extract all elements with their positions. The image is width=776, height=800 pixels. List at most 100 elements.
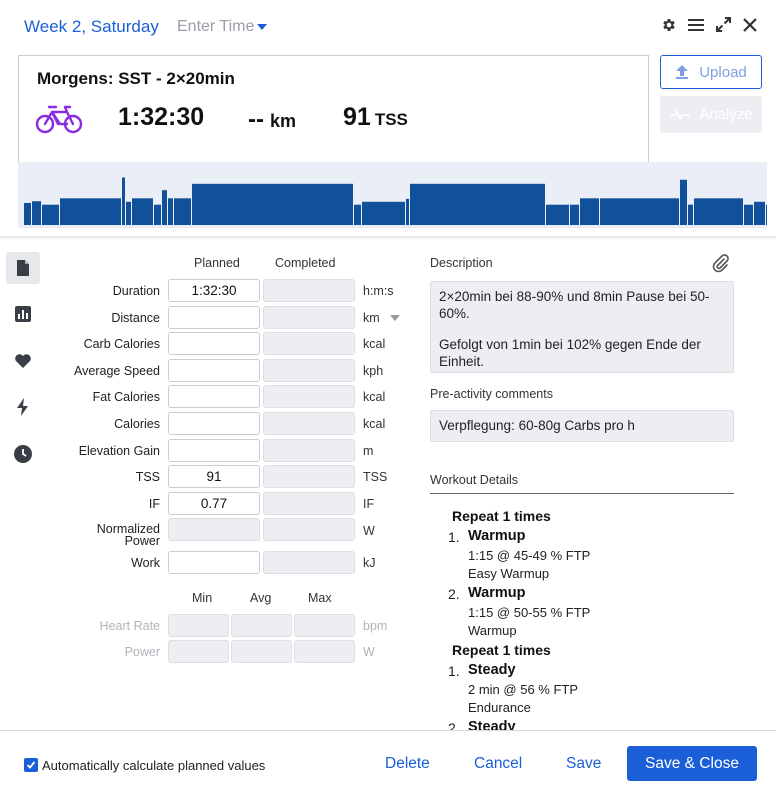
power-unit: W bbox=[363, 645, 375, 659]
tss-unit: TSS bbox=[363, 470, 388, 484]
duration-completed-input[interactable] bbox=[263, 279, 355, 302]
save-button[interactable]: Save bbox=[566, 755, 601, 773]
step-target: 2 min @ 56 % FTP bbox=[468, 682, 579, 697]
day-title: Week 2, Saturday bbox=[24, 17, 159, 36]
power-min-input[interactable] bbox=[168, 640, 229, 663]
document-icon bbox=[17, 260, 29, 276]
workout-details-label: Workout Details bbox=[430, 473, 518, 487]
fat-calories-completed-input[interactable] bbox=[263, 385, 355, 408]
heart-rate-avg-input[interactable] bbox=[231, 614, 292, 637]
calories-planned-input[interactable] bbox=[168, 412, 260, 435]
pulse-icon bbox=[670, 108, 691, 121]
step-name: Steady bbox=[468, 719, 516, 730]
expand-icon[interactable] bbox=[715, 16, 732, 33]
tss-value: 91 bbox=[343, 103, 371, 131]
work-label: Work bbox=[131, 556, 160, 570]
tss-completed-input[interactable] bbox=[263, 465, 355, 488]
work-completed-input[interactable] bbox=[263, 551, 355, 574]
duration-stat: 1:32:30 bbox=[118, 103, 205, 131]
delete-button[interactable]: Delete bbox=[385, 755, 430, 773]
step-name: Warmup bbox=[468, 585, 526, 601]
if-label: IF bbox=[148, 497, 160, 511]
profile-interval-bar bbox=[688, 204, 693, 225]
if-planned-input[interactable]: 0.77 bbox=[168, 492, 260, 515]
tss-planned-input[interactable]: 91 bbox=[168, 465, 260, 488]
profile-interval-bar bbox=[580, 198, 599, 225]
save-close-button[interactable]: Save & Close bbox=[627, 746, 757, 781]
duration-planned-input[interactable]: 1:32:30 bbox=[168, 279, 260, 302]
elevation-gain-label: Elevation Gain bbox=[78, 444, 160, 458]
elevation-gain-planned-input[interactable] bbox=[168, 439, 260, 462]
bike-icon bbox=[35, 102, 83, 141]
profile-interval-bar bbox=[362, 201, 405, 225]
upload-button[interactable]: Upload bbox=[660, 55, 762, 89]
completed-header: Completed bbox=[275, 256, 336, 270]
step-number: 1. bbox=[448, 529, 460, 545]
cancel-button[interactable]: Cancel bbox=[474, 755, 522, 773]
avg-header: Avg bbox=[250, 591, 272, 605]
description-textarea[interactable]: 2×20min bei 88-90% und 8min Pause bei 50… bbox=[430, 281, 734, 373]
fat-calories-planned-input[interactable] bbox=[168, 385, 260, 408]
elevation-gain-completed-input[interactable] bbox=[263, 439, 355, 462]
heart-rate-min-input[interactable] bbox=[168, 614, 229, 637]
calories-completed-input[interactable] bbox=[263, 412, 355, 435]
average-speed-planned-input[interactable] bbox=[168, 359, 260, 382]
power-max-input[interactable] bbox=[294, 640, 355, 663]
step-name: Steady bbox=[468, 662, 516, 678]
profile-interval-bar bbox=[60, 198, 121, 225]
footer-divider bbox=[0, 730, 776, 731]
description-label: Description bbox=[430, 256, 493, 270]
fat-calories-unit: kcal bbox=[363, 390, 386, 404]
profile-interval-bar bbox=[126, 201, 131, 225]
profile-interval-bar bbox=[406, 198, 409, 225]
distance-label: Distance bbox=[111, 311, 160, 325]
menu-icon[interactable] bbox=[687, 17, 705, 33]
analyze-label: Analyze bbox=[699, 106, 753, 123]
normalized-power-unit: W bbox=[363, 524, 375, 538]
power-avg-input[interactable] bbox=[231, 640, 292, 663]
profile-interval-bar bbox=[168, 198, 173, 225]
max-header: Max bbox=[308, 591, 332, 605]
tab-summary[interactable] bbox=[6, 252, 40, 284]
upload-label: Upload bbox=[699, 63, 747, 81]
close-icon[interactable] bbox=[742, 17, 758, 33]
repeat-heading: Repeat 1 times bbox=[452, 642, 551, 658]
if-completed-input[interactable] bbox=[263, 492, 355, 515]
workout-profile-graph bbox=[18, 162, 772, 228]
work-planned-input[interactable] bbox=[168, 551, 260, 574]
workout-title[interactable]: Morgens: SST - 2×20min bbox=[37, 69, 235, 89]
carb-calories-completed-input[interactable] bbox=[263, 332, 355, 355]
auto-calc-label[interactable]: Automatically calculate planned values bbox=[42, 758, 265, 773]
paperclip-icon[interactable] bbox=[710, 253, 730, 278]
duration-unit: h:m:s bbox=[363, 284, 394, 298]
planned-header: Planned bbox=[194, 256, 240, 270]
average-speed-completed-input[interactable] bbox=[263, 359, 355, 382]
gear-icon[interactable] bbox=[661, 17, 677, 33]
step-note: Easy Warmup bbox=[468, 566, 550, 581]
distance-unit: km bbox=[363, 311, 380, 325]
distance-unit-dropdown-icon[interactable] bbox=[390, 315, 400, 321]
workout-details: Repeat 1 times 1. Warmup 1:15 @ 45-49 % … bbox=[430, 498, 734, 730]
profile-interval-bar bbox=[354, 204, 361, 225]
checkmark-icon bbox=[26, 761, 36, 769]
details-divider bbox=[430, 493, 734, 494]
profile-interval-bar bbox=[192, 183, 353, 225]
normalized-power-label: Normalized Power bbox=[96, 522, 160, 548]
profile-interval-bar bbox=[694, 198, 743, 225]
distance-planned-input[interactable] bbox=[168, 306, 260, 329]
normalized-power-planned-input bbox=[168, 518, 260, 541]
elevation-gain-unit: m bbox=[363, 444, 374, 458]
carb-calories-planned-input[interactable] bbox=[168, 332, 260, 355]
description-paragraph-2: Gefolgt von 1min bei 102% gegen Ende der… bbox=[439, 337, 701, 369]
profile-interval-bar bbox=[154, 204, 161, 225]
comments-textarea[interactable]: Verpflegung: 60-80g Carbs pro h bbox=[430, 410, 734, 442]
step-note: Warmup bbox=[468, 623, 517, 638]
analyze-button[interactable]: Analyze bbox=[660, 96, 762, 133]
auto-calc-checkbox[interactable] bbox=[24, 758, 38, 772]
distance-completed-input[interactable] bbox=[263, 306, 355, 329]
normalized-power-completed-input[interactable] bbox=[263, 518, 355, 541]
time-dropdown-icon[interactable] bbox=[257, 24, 267, 30]
heart-rate-max-input[interactable] bbox=[294, 614, 355, 637]
time-input[interactable]: Enter Time bbox=[177, 18, 254, 36]
profile-interval-bar bbox=[570, 204, 579, 225]
